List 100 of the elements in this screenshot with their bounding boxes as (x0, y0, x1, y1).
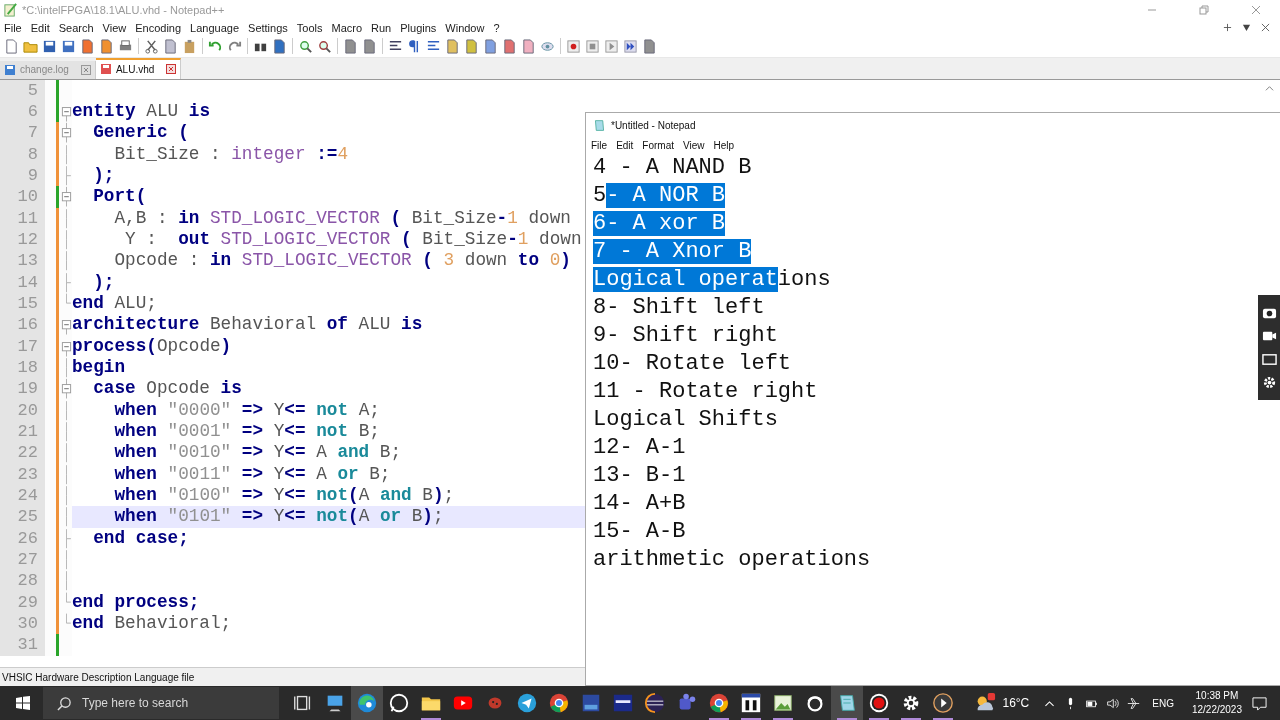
menu-item[interactable]: Edit (30, 21, 50, 34)
menu-item[interactable]: Language (190, 21, 240, 34)
text-line: 8- Shift left (593, 294, 765, 322)
start-icon[interactable] (15, 695, 31, 711)
fold-toggle-icon[interactable] (61, 378, 72, 400)
menu-item[interactable]: File (591, 140, 608, 151)
play-macro-icon[interactable] (604, 38, 619, 54)
image-icon (772, 692, 794, 714)
volume-icon[interactable] (1106, 696, 1120, 710)
menu-item[interactable]: Help (713, 140, 735, 151)
line-number: 24 (0, 485, 45, 507)
line-number: 25 (0, 506, 45, 528)
fold-toggle-icon[interactable] (61, 122, 72, 144)
line-number: 26 (0, 527, 45, 550)
menu-item[interactable]: View (683, 140, 705, 151)
close-tab-icon[interactable] (80, 64, 91, 75)
line-number: 27 (0, 549, 45, 571)
window-title: *C:\intelFPGA\18.1\ALU.vhd - Notepad++ (22, 3, 225, 16)
language-indicator[interactable]: ENG (1152, 697, 1174, 709)
close-icon[interactable] (1251, 4, 1261, 15)
code-line: ); (92, 165, 115, 187)
menu-item[interactable]: Settings (248, 21, 288, 34)
text-line: arithmetic operations (593, 546, 871, 574)
browser-icon (356, 692, 378, 714)
new-file-icon[interactable] (4, 38, 19, 54)
file-type-label: VHSIC Hardware Description Language file (2, 671, 195, 683)
menu-item[interactable]: ? (493, 21, 500, 34)
text-line: 5- A NOR B (593, 182, 726, 210)
search-icon (57, 696, 72, 711)
code-line: process(Opcode) (72, 335, 232, 358)
close-tab-icon[interactable] (166, 64, 177, 75)
zoom-in-icon[interactable] (298, 38, 313, 54)
code-line: Generic ( (92, 122, 189, 144)
menu-item[interactable]: Window (445, 21, 485, 34)
code-line: architecture Behavioral of ALU is (72, 314, 423, 336)
record-macro-icon[interactable] (566, 38, 581, 54)
cut-icon[interactable] (144, 38, 159, 54)
save-icon[interactable] (42, 38, 57, 54)
line-number: 31 (0, 634, 45, 656)
close-icon[interactable] (1261, 23, 1270, 33)
date-label: 12/22/2023 (1191, 703, 1242, 717)
text-line: Logical Shifts (593, 406, 778, 434)
line-number: 30 (0, 613, 45, 635)
notification-icon[interactable] (1252, 695, 1267, 711)
browser-icon (548, 692, 570, 714)
code-line: ); (92, 271, 115, 294)
menu-item[interactable]: Tools (296, 21, 323, 34)
line-number: 21 (0, 421, 45, 443)
dropdown-icon[interactable] (1242, 23, 1251, 33)
search-field[interactable]: Type here to search (43, 687, 279, 719)
menu-item[interactable]: Edit (616, 140, 634, 151)
app-tile-icon (580, 692, 602, 714)
save-all-icon[interactable] (61, 38, 76, 54)
text-line: 10- Rotate left (593, 350, 792, 378)
code-line: when "0100" => Y<= not(A and B); (113, 485, 455, 507)
line-number: 23 (0, 463, 45, 486)
airplane-icon[interactable] (1127, 696, 1141, 710)
menu-item[interactable]: Plugins (400, 21, 437, 34)
time-label: 10:38 PM (1195, 689, 1239, 703)
line-number: 10 (0, 186, 45, 208)
zoom-out-icon[interactable] (317, 38, 332, 54)
menu-item[interactable]: Format (642, 140, 675, 151)
paste-icon[interactable] (182, 38, 197, 54)
clock[interactable]: 10:38 PM 12/22/2023 (1191, 689, 1242, 717)
notepad-icon (593, 118, 606, 132)
window-title: *Untitled - Notepad (611, 119, 696, 131)
line-number: 13 (0, 250, 45, 272)
plus-icon[interactable] (1223, 23, 1232, 33)
code-line: A,B : in STD_LOGIC_VECTOR ( Bit_Size-1 down (113, 207, 571, 230)
app-tile-icon (612, 692, 634, 714)
line-number: 19 (0, 378, 45, 400)
run-macro-icon[interactable] (623, 38, 638, 54)
line-number: 11 (0, 207, 45, 230)
menu-item[interactable]: Run (371, 21, 392, 34)
code-line: when "0001" => Y<= not B; (113, 421, 380, 443)
menu-item[interactable]: File (4, 21, 22, 34)
menu-item[interactable]: Macro (331, 21, 363, 34)
fold-toggle-icon[interactable] (61, 186, 72, 208)
settings-icon[interactable] (1261, 374, 1277, 390)
code-line: Y : out STD_LOGIC_VECTOR ( Bit_Size-1 down (124, 229, 582, 251)
file-icon (99, 63, 112, 76)
code-line: when "0010" => Y<= A and B; (113, 442, 402, 464)
code-line: when "0011" => Y<= A or B; (113, 463, 391, 486)
scroll-up-icon[interactable] (1265, 83, 1274, 93)
menu-item[interactable]: Encoding (135, 21, 182, 34)
text-line: 13- B-1 (593, 462, 686, 490)
window-icon[interactable] (1261, 351, 1277, 367)
play-icon (932, 692, 954, 714)
stop-macro-icon[interactable] (585, 38, 600, 54)
text-line: Logical operations (593, 266, 831, 294)
menu-item[interactable]: Search (58, 21, 94, 34)
browser-icon (708, 692, 730, 714)
copy-icon[interactable] (163, 38, 178, 54)
line-number: 17 (0, 335, 45, 358)
menu-item[interactable]: View (102, 21, 127, 34)
text-line: 4 - A NAND B (593, 154, 752, 182)
code-line: Port( (92, 186, 147, 208)
line-number: 7 (0, 122, 45, 144)
code-line: end process; (72, 591, 200, 614)
line-number: 14 (0, 271, 45, 294)
